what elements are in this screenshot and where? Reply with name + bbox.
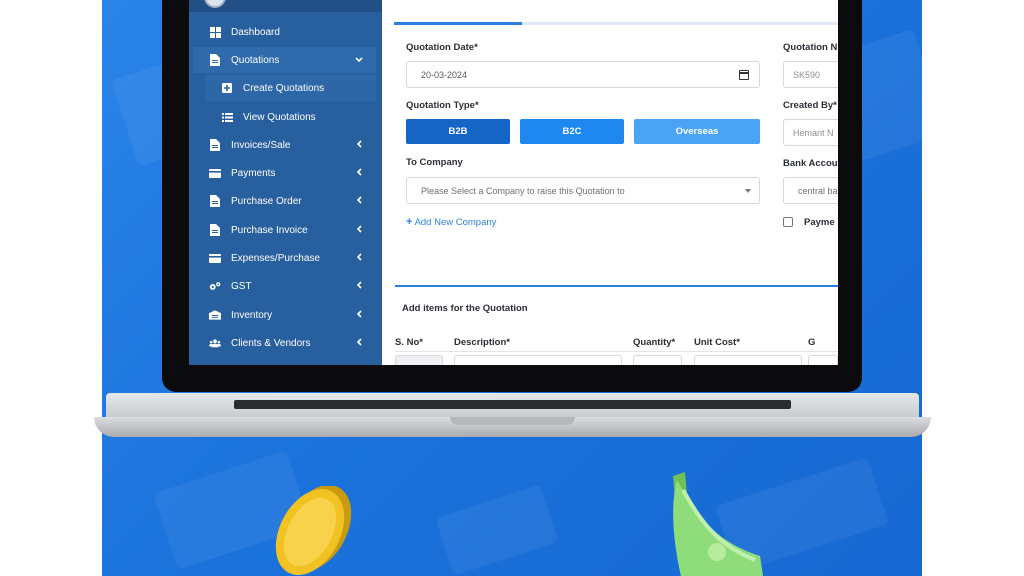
users-icon (209, 337, 221, 349)
progress-indicator (394, 22, 522, 25)
warehouse-icon (209, 309, 221, 321)
sidebar-item-label: GST (231, 280, 252, 292)
items-card: Add items for the Quotation S. No* Descr… (395, 285, 838, 365)
avatar[interactable] (204, 0, 226, 8)
created-by-value: Hemant N (793, 127, 834, 138)
sidebar-item-expenses-purchase[interactable]: Expenses/Purchase (193, 245, 376, 271)
quotation-number-input[interactable]: SK590 (783, 61, 838, 88)
sidebar-item-dashboard[interactable]: Dashboard (193, 19, 376, 45)
calendar-icon[interactable] (739, 70, 749, 80)
unit-cost-input[interactable] (694, 355, 802, 365)
chevron-left-icon (354, 196, 364, 206)
quotation-date-label: Quotation Date* (406, 42, 478, 53)
type-b2b-button[interactable]: B2B (406, 119, 510, 144)
chevron-down-icon (354, 55, 364, 65)
plus-icon: + (406, 216, 413, 228)
sidebar-item-label: Invoices/Sale (231, 139, 291, 151)
add-new-company-label: Add New Company (414, 217, 497, 228)
quotation-number-value: SK590 (793, 69, 821, 80)
quotation-date-value: 20-03-2024 (421, 69, 468, 80)
items-card-title: Add items for the Quotation (402, 303, 528, 314)
laptop-deck (106, 393, 919, 417)
laptop-base (94, 393, 931, 439)
sno-cell (395, 355, 443, 365)
chevron-left-icon (354, 338, 364, 348)
document-icon (209, 195, 221, 207)
sidebar-item-label: Inventory (231, 309, 273, 321)
sidebar-item-purchase-invoice[interactable]: Purchase Invoice (193, 217, 376, 243)
type-overseas-button[interactable]: Overseas (634, 119, 760, 144)
keyboard (234, 400, 791, 409)
sidebar-item-label: Purchase Invoice (231, 224, 308, 236)
sidebar: Dashboard Quotations Create Quotations V… (189, 0, 382, 365)
description-input[interactable] (454, 355, 622, 365)
column-header-unit-cost: Unit Cost* (694, 337, 740, 348)
list-icon (221, 111, 233, 123)
type-overseas-label: Overseas (675, 126, 719, 137)
sidebar-item-label: Purchase Order (231, 195, 302, 207)
sidebar-item-label: Dashboard (231, 26, 280, 38)
type-b2c-button[interactable]: B2C (520, 119, 624, 144)
column-header-sno: S. No* (395, 337, 423, 348)
payment-checkbox[interactable] (783, 217, 793, 227)
gst-input[interactable] (808, 355, 838, 365)
card-icon (209, 252, 221, 264)
sidebar-header (189, 0, 382, 12)
sidebar-item-label: Quotations (231, 54, 280, 66)
bank-account-value: central ba (798, 185, 838, 196)
sidebar-subitem-create-quotations[interactable]: Create Quotations (205, 75, 376, 101)
sidebar-item-clients-vendors[interactable]: Clients & Vendors (193, 330, 376, 356)
laptop-notch (450, 417, 575, 425)
sidebar-item-label: Payments (231, 167, 276, 179)
grid-icon (209, 26, 221, 38)
column-header-description: Description* (454, 337, 510, 348)
main-content: Quotation Date* 20-03-2024 Quotation N S… (382, 0, 838, 365)
to-company-select[interactable]: Please Select a Company to raise this Qu… (406, 177, 760, 204)
document-icon (209, 224, 221, 236)
chevron-left-icon (354, 310, 364, 320)
sidebar-item-purchase-order[interactable]: Purchase Order (193, 188, 376, 214)
gold-coin-icon (275, 486, 352, 575)
quotation-number-label: Quotation N (783, 42, 838, 53)
sidebar-item-gst[interactable]: GST (193, 273, 376, 299)
to-company-label: To Company (406, 157, 463, 168)
cash-bundle-icon (673, 472, 763, 576)
chevron-left-icon (354, 281, 364, 291)
sidebar-item-label: Clients & Vendors (231, 337, 311, 349)
plus-square-icon (221, 82, 233, 94)
sidebar-item-payments[interactable]: Payments (193, 160, 376, 186)
column-header-quantity: Quantity* (633, 337, 676, 348)
created-by-input[interactable]: Hemant N (783, 119, 838, 146)
type-b2b-label: B2B (448, 126, 468, 137)
document-icon (209, 54, 221, 66)
chevron-left-icon (354, 225, 364, 235)
sidebar-subitem-view-quotations[interactable]: View Quotations (205, 104, 376, 130)
bank-account-select[interactable]: central ba (783, 177, 838, 204)
document-icon (209, 139, 221, 151)
type-b2c-label: B2C (562, 126, 582, 137)
sidebar-subitem-label: View Quotations (243, 111, 316, 123)
quotation-date-input[interactable]: 20-03-2024 (406, 61, 760, 88)
created-by-label: Created By* (783, 100, 837, 111)
add-new-company-link[interactable]: + Add New Company (406, 216, 496, 228)
quantity-input[interactable] (633, 355, 682, 365)
caret-down-icon (745, 189, 751, 193)
sidebar-subitem-label: Create Quotations (243, 82, 325, 94)
bank-account-label: Bank Accou (783, 158, 838, 169)
card-icon (209, 167, 221, 179)
items-table-header: S. No* Description* Quantity* Unit Cost*… (395, 334, 838, 352)
chevron-left-icon (354, 140, 364, 150)
payment-label: Payme (804, 217, 835, 228)
to-company-placeholder: Please Select a Company to raise this Qu… (421, 185, 625, 196)
sidebar-item-inventory[interactable]: Inventory (193, 302, 376, 328)
app-screen: Dashboard Quotations Create Quotations V… (189, 0, 838, 365)
cogs-icon (209, 280, 221, 292)
quotation-type-label: Quotation Type* (406, 100, 479, 111)
sidebar-item-invoices-sale[interactable]: Invoices/Sale (193, 132, 376, 158)
chevron-left-icon (354, 168, 364, 178)
chevron-left-icon (354, 253, 364, 263)
sidebar-item-label: Expenses/Purchase (231, 252, 320, 264)
sidebar-item-quotations[interactable]: Quotations (193, 47, 376, 73)
column-header-gst: G (808, 337, 816, 348)
